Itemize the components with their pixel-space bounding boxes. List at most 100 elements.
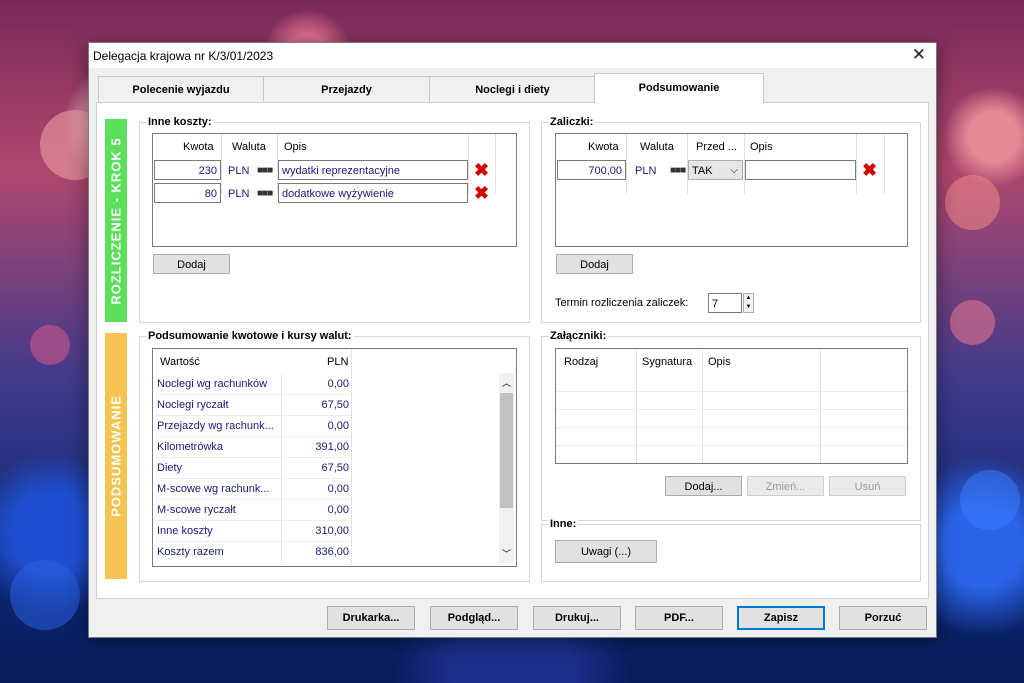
cell-divider bbox=[281, 521, 282, 542]
column-divider bbox=[884, 134, 885, 194]
row-label: Noclegi ryczałt bbox=[157, 399, 229, 411]
attachments-grid: Rodzaj Sygnatura Opis bbox=[555, 348, 908, 464]
column-header: Opis bbox=[284, 141, 307, 153]
print-button[interactable]: Drukuj... bbox=[533, 606, 621, 630]
add-cost-button[interactable]: Dodaj bbox=[153, 254, 230, 274]
column-header: Wartość bbox=[160, 356, 200, 368]
przed-select[interactable]: TAK ⌵ bbox=[688, 160, 743, 180]
edit-attachment-button[interactable]: Zmień... bbox=[747, 476, 824, 496]
row-label: M-scowe ryczałt bbox=[157, 504, 236, 516]
row-label: Koszty razem bbox=[157, 546, 224, 558]
description-input[interactable]: wydatki reprezentacyjne bbox=[278, 160, 468, 180]
window-title: Delegacja krajowa nr K/3/01/2023 bbox=[93, 49, 274, 63]
grid-row-line bbox=[556, 445, 907, 446]
bokeh-light bbox=[30, 325, 70, 365]
tab-przejazdy[interactable]: Przejazdy bbox=[263, 76, 430, 102]
row-value: 391,00 bbox=[315, 441, 349, 453]
row-label: Diety bbox=[157, 462, 183, 474]
column-header: Kwota bbox=[588, 141, 619, 153]
inne-koszty-grid: Kwota Waluta Opis 230 PLN ■■■ wydatki re… bbox=[152, 133, 517, 247]
amount-input[interactable]: 80 bbox=[154, 183, 221, 203]
group-title: Zaliczki: bbox=[548, 116, 596, 128]
bokeh-light bbox=[950, 300, 995, 345]
advance-description-input[interactable] bbox=[745, 160, 856, 180]
grid-row-line bbox=[556, 409, 907, 410]
save-button[interactable]: Zapisz bbox=[737, 606, 825, 630]
row-label: Noclegi wg rachunków bbox=[157, 378, 268, 390]
vertical-scrollbar[interactable]: ︿ ﹀ bbox=[499, 373, 514, 563]
tab-podsumowanie[interactable]: Podsumowanie bbox=[594, 73, 764, 103]
close-icon[interactable]: ✕ bbox=[912, 45, 926, 65]
discard-button[interactable]: Porzuć bbox=[839, 606, 927, 630]
tab-noclegi-i-diety[interactable]: Noclegi i diety bbox=[429, 76, 596, 102]
advance-amount-input[interactable]: 700,00 bbox=[557, 160, 626, 180]
cell-divider bbox=[281, 458, 282, 479]
column-divider bbox=[221, 134, 222, 194]
step-bar-podsumowanie: PODSUMOWANIE bbox=[105, 333, 127, 579]
row-label: M-scowe wg rachunk... bbox=[157, 483, 270, 495]
spin-arrows-icon[interactable]: ▲ ▼ bbox=[743, 293, 754, 313]
column-header: Opis bbox=[750, 141, 773, 153]
description-input[interactable]: dodatkowe wyżywienie bbox=[278, 183, 468, 203]
summary-row: M-scowe ryczałt 0,00 bbox=[155, 500, 351, 521]
cell-divider bbox=[281, 374, 282, 395]
summary-row: Diety 67,50 bbox=[155, 458, 351, 479]
cell-divider bbox=[281, 395, 282, 416]
column-header: Waluta bbox=[232, 141, 266, 153]
grid-row-line bbox=[556, 427, 907, 428]
column-divider bbox=[468, 134, 469, 194]
row-value: 310,00 bbox=[315, 525, 349, 537]
bokeh-light bbox=[945, 175, 1000, 230]
currency-value: PLN bbox=[228, 165, 250, 177]
group-title: Inne: bbox=[548, 518, 579, 530]
drukarka-button[interactable]: Drukarka... bbox=[327, 606, 415, 630]
add-advance-button[interactable]: Dodaj bbox=[556, 254, 633, 274]
preview-button[interactable]: Podgląd... bbox=[430, 606, 518, 630]
termin-input[interactable]: 7 bbox=[708, 293, 742, 313]
delete-icon[interactable]: ✖ bbox=[474, 184, 489, 202]
tab-polecenie-wyjazdu[interactable]: Polecenie wyjazdu bbox=[98, 76, 264, 102]
inne-group: Inne: Uwagi (...) bbox=[541, 518, 921, 582]
tab-strip: Polecenie wyjazdu Przejazdy Noclegi i di… bbox=[98, 73, 858, 103]
group-title: Podsumowanie kwotowe i kursy walut: bbox=[146, 330, 354, 342]
chevron-up-icon[interactable]: ︿ bbox=[502, 376, 511, 389]
podsumowanie-group: Podsumowanie kwotowe i kursy walut: Wart… bbox=[139, 330, 530, 582]
pdf-button[interactable]: PDF... bbox=[635, 606, 723, 630]
termin-label: Termin rozliczenia zaliczek: bbox=[555, 297, 689, 309]
column-header: Sygnatura bbox=[642, 356, 693, 368]
step-label: PODSUMOWANIE bbox=[108, 395, 124, 517]
grid-row-line bbox=[556, 391, 907, 392]
column-divider bbox=[351, 349, 352, 566]
ellipsis-icon[interactable]: ■■■ bbox=[670, 165, 686, 176]
ellipsis-icon[interactable]: ■■■ bbox=[257, 165, 273, 176]
column-header: Przed ... bbox=[696, 141, 737, 153]
amount-input[interactable]: 230 bbox=[154, 160, 221, 180]
summary-row: M-scowe wg rachunk... 0,00 bbox=[155, 479, 351, 500]
delete-icon[interactable]: ✖ bbox=[862, 161, 877, 179]
ellipsis-icon[interactable]: ■■■ bbox=[257, 188, 273, 199]
step-bar-rozliczenie: ROZLICZENIE - KROK 5 bbox=[105, 119, 127, 322]
chevron-down-icon[interactable]: ﹀ bbox=[502, 547, 511, 560]
cell-divider bbox=[281, 479, 282, 500]
column-header: Rodzaj bbox=[564, 356, 599, 368]
add-attachment-button[interactable]: Dodaj... bbox=[665, 476, 742, 496]
column-header: Waluta bbox=[640, 141, 674, 153]
remove-attachment-button[interactable]: Usuń bbox=[829, 476, 906, 496]
column-divider bbox=[495, 134, 496, 194]
delete-icon[interactable]: ✖ bbox=[474, 161, 489, 179]
scrollbar-thumb[interactable] bbox=[500, 393, 513, 508]
zaliczki-grid: Kwota Waluta Przed ... Opis 700,00 PLN ■… bbox=[555, 133, 908, 247]
uwagi-button[interactable]: Uwagi (...) bbox=[555, 540, 657, 563]
column-header: PLN bbox=[327, 356, 349, 368]
summary-row: Koszty razem 836,00 bbox=[155, 542, 351, 563]
przed-value: TAK bbox=[692, 165, 713, 177]
summary-grid: Wartość PLN Noclegi wg rachunków 0,00 Noc… bbox=[152, 348, 517, 567]
summary-row: Inne koszty 310,00 bbox=[155, 521, 351, 542]
group-title: Inne koszty: bbox=[146, 116, 214, 128]
row-label: Kilometrówka bbox=[157, 441, 224, 453]
group-title: Załączniki: bbox=[548, 330, 609, 342]
cell-divider bbox=[281, 416, 282, 437]
summary-row: Noclegi wg rachunków 0,00 bbox=[155, 374, 351, 395]
chevron-down-icon: ⌵ bbox=[730, 165, 738, 176]
row-value: 0,00 bbox=[327, 420, 349, 432]
